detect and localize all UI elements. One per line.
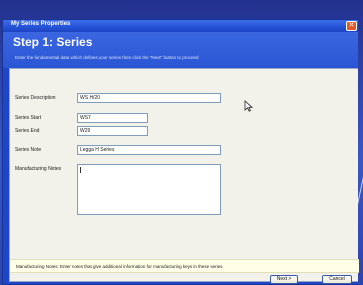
series-note-label: Series Note (15, 147, 42, 153)
step-description: Enter the fundamental data which defines… (15, 55, 199, 60)
manufacturing-notes-label: Manufacturing Notes (15, 166, 62, 172)
window-title: My Series Properties (11, 21, 71, 27)
series-properties-window: My Series Properties ✕ Step 1: Series En… (2, 19, 359, 285)
text-caret (80, 167, 81, 173)
series-start-label: Series Start (15, 115, 42, 121)
title-bar[interactable]: My Series Properties (3, 20, 358, 32)
form-panel: Series Description WS H/20 Series Start … (9, 68, 359, 282)
help-hint-text: Manufacturing Notes: Enter notes that gi… (16, 264, 224, 269)
help-hint-bar: Manufacturing Notes: Enter notes that gi… (10, 259, 359, 273)
series-note-field[interactable]: Legga H Series (77, 145, 221, 155)
series-description-label: Series Description (15, 95, 56, 101)
series-start-field[interactable]: WS7 (77, 113, 148, 123)
close-icon[interactable]: ✕ (346, 21, 357, 31)
series-end-field[interactable]: W29 (77, 126, 148, 136)
manufacturing-notes-textarea[interactable] (77, 164, 221, 215)
step-title: Step 1: Series (13, 35, 93, 49)
pointer-cursor-icon (244, 100, 254, 115)
step-banner: Step 1: Series Enter the fundamental dat… (3, 32, 358, 68)
series-description-field[interactable]: WS H/20 (77, 93, 221, 103)
cancel-button[interactable]: Cancel (322, 275, 352, 284)
series-end-label: Series End (15, 128, 40, 134)
next-button[interactable]: Next > (270, 275, 298, 284)
